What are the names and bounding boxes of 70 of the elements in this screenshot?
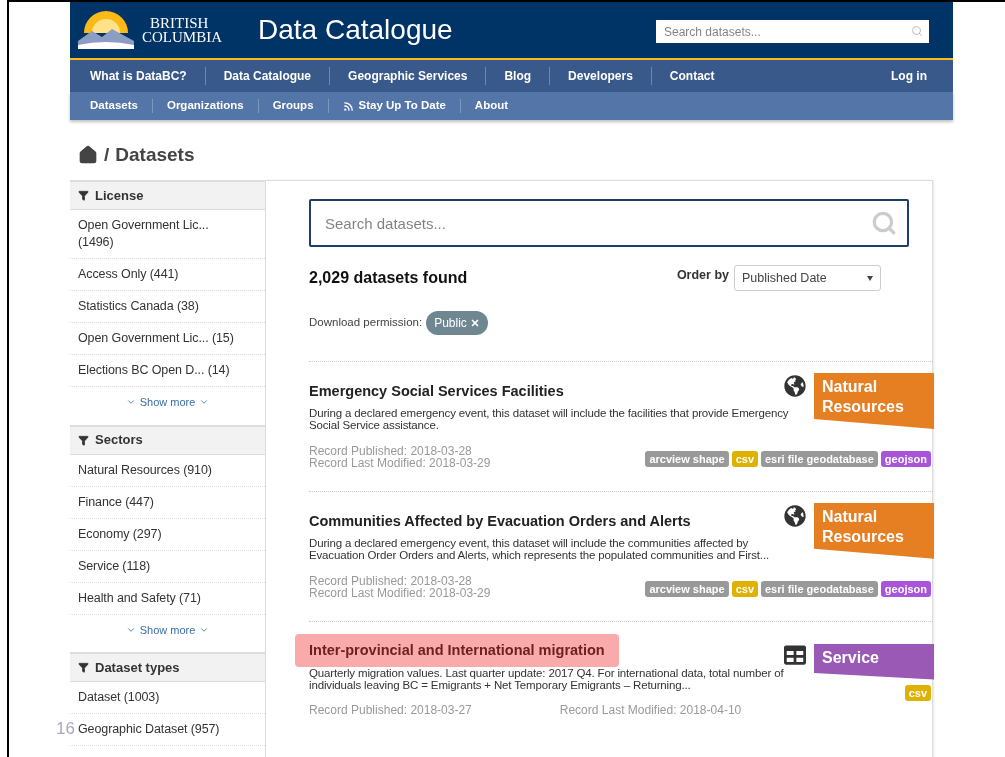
home-icon[interactable] bbox=[78, 145, 98, 165]
facet-item[interactable]: Dataset (1003) bbox=[78, 689, 257, 706]
facet-item[interactable]: Natural Resources (910) bbox=[78, 461, 257, 479]
facet-item[interactable]: Service (118) bbox=[78, 557, 257, 575]
modified-date: Record Last Modified: 2018-04-10 bbox=[559, 702, 742, 720]
facet-item[interactable]: Statistics Canada (38) bbox=[78, 298, 257, 315]
sector-ribbon: Service bbox=[814, 643, 934, 680]
header-search-field[interactable]: Search datasets... bbox=[656, 20, 929, 43]
slide-number: 16 bbox=[56, 718, 75, 740]
filter-icon bbox=[78, 434, 89, 446]
facet-title: Sectors bbox=[95, 431, 143, 450]
dataset-title-link[interactable]: Emergency Social Services Facilities bbox=[309, 381, 564, 403]
facet-item[interactable]: Geographic Dataset (957) bbox=[78, 721, 257, 738]
nav-link[interactable]: Developers bbox=[560, 67, 641, 85]
dataset-title-link[interactable]: Inter-provincial and International migration bbox=[295, 633, 619, 668]
sector-ribbon: Natural Resources bbox=[814, 373, 934, 429]
facet-item[interactable]: Health and Safety (71) bbox=[78, 589, 257, 607]
nav-link[interactable]: What is DataBC? bbox=[82, 67, 195, 85]
globe-icon bbox=[784, 375, 806, 397]
subnav-link[interactable]: Groups bbox=[264, 97, 322, 115]
subnav-link[interactable]: Datasets bbox=[82, 97, 146, 115]
results-count: 2,029 datasets found bbox=[309, 268, 468, 288]
logo-text: BRITISH bbox=[149, 16, 210, 30]
facet-item[interactable]: Finance (447) bbox=[78, 493, 257, 511]
filter-icon bbox=[78, 662, 89, 673]
breadcrumb-current: Datasets bbox=[115, 142, 195, 167]
modified-date: Record Last Modified: 2018-03-29 bbox=[309, 586, 491, 599]
facet-title: License bbox=[95, 186, 144, 205]
dataset-search-field[interactable]: Search datasets... bbox=[309, 199, 909, 247]
nav-link[interactable]: Blog bbox=[496, 67, 540, 85]
show-more-link[interactable]: Show more bbox=[125, 621, 210, 638]
published-date: Record Published: 2018-03-28 bbox=[309, 444, 473, 457]
subnav-link[interactable]: Organizations bbox=[158, 97, 252, 115]
order-label: Order by bbox=[676, 266, 729, 284]
remove-icon[interactable] bbox=[469, 318, 480, 328]
feed-icon bbox=[342, 100, 354, 112]
nav-link[interactable]: Geographic Services bbox=[340, 67, 476, 85]
filter-chip[interactable]: Public bbox=[426, 311, 488, 335]
logo-text: COLUMBIA bbox=[142, 30, 222, 44]
login-link[interactable]: Log in bbox=[891, 67, 927, 85]
site-title: Data Catalogue bbox=[258, 13, 453, 47]
dropdown-caret-icon bbox=[867, 275, 873, 281]
facet-title: Dataset types bbox=[95, 658, 180, 677]
facet-item[interactable]: Economy (297) bbox=[78, 525, 257, 543]
dataset-description: During a declared emergency event, this dataset will include the facilities that provide Emergency Social Service assistance. bbox=[309, 406, 790, 431]
nav-link[interactable]: Contact bbox=[661, 67, 723, 85]
globe-icon bbox=[784, 504, 806, 527]
format-tag[interactable]: geojson bbox=[880, 580, 931, 597]
dataset-title-link[interactable]: Communities Affected by Evacuation Orders and Alerts bbox=[309, 510, 691, 533]
subnav-link[interactable]: About bbox=[466, 97, 517, 115]
subnav-link[interactable]: Stay Up To Date bbox=[334, 97, 454, 115]
published-date: Record Published: 2018-03-27 bbox=[309, 702, 472, 720]
facet-item[interactable]: Access Only (441) bbox=[78, 266, 257, 283]
filter-icon bbox=[78, 190, 89, 201]
facet-item[interactable]: Open Government Lic... (1496) bbox=[78, 217, 257, 251]
breadcrumb-separator: / bbox=[104, 142, 110, 167]
filter-label: Download permission: bbox=[309, 315, 423, 331]
nav-link[interactable]: Data Catalogue bbox=[215, 67, 320, 85]
order-select[interactable]: Published Date bbox=[734, 265, 881, 291]
format-tag[interactable]: geojson bbox=[880, 450, 931, 467]
dataset-description: Quarterly migration values. Last quarter update: 2017 Q4. For international data, total number of individuals leaving BC = Emigrants + Net Temporary Emigrants – Returning... bbox=[309, 667, 785, 692]
table-icon bbox=[784, 643, 806, 666]
sun-mountain-logo-icon bbox=[78, 11, 134, 49]
sector-ribbon: Natural Resources bbox=[814, 502, 934, 559]
dataset-description: During a declared emergency event, this dataset will include the communities affected by Evacuation Order Orders and Alerts, which represents the populated communities and First... bbox=[309, 536, 770, 561]
show-more-link[interactable]: Show more bbox=[125, 394, 210, 411]
facet-item[interactable]: Elections BC Open D... (14) bbox=[78, 362, 257, 379]
facet-item[interactable]: Open Government Lic... (15) bbox=[78, 330, 257, 347]
published-date: Record Published: 2018-03-28 bbox=[309, 574, 473, 587]
modified-date: Record Last Modified: 2018-03-29 bbox=[309, 456, 491, 469]
